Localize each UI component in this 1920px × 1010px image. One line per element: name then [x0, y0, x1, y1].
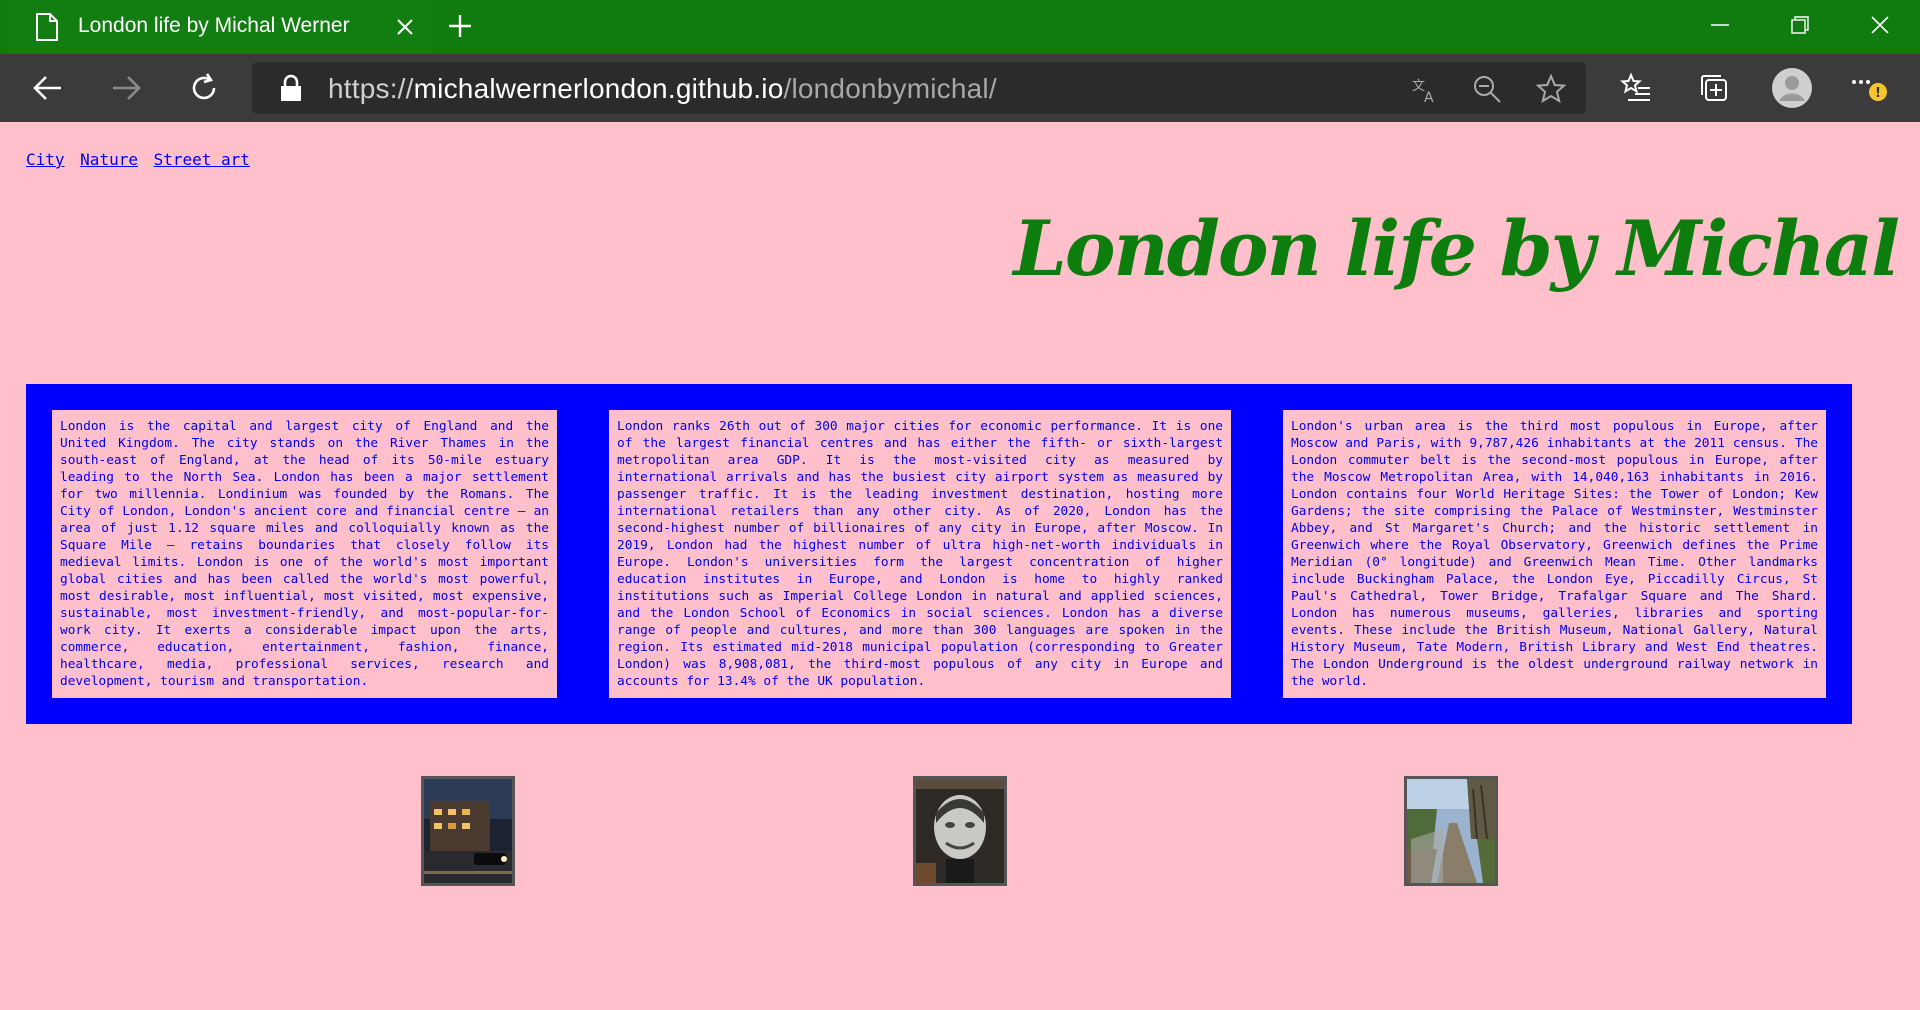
nav-link-nature[interactable]: Nature	[80, 150, 138, 169]
favorite-star-icon[interactable]	[1536, 74, 1566, 104]
refresh-button[interactable]	[182, 66, 226, 110]
nav-link-city[interactable]: City	[26, 150, 65, 169]
document-icon	[36, 13, 58, 41]
close-icon[interactable]	[392, 14, 418, 40]
thumbnail-street-art[interactable]	[913, 776, 1007, 886]
paragraph-box-economy: London ranks 26th out of 300 major citie…	[609, 410, 1231, 698]
url-text[interactable]: https://michalwernerlondon.github.io/lon…	[328, 73, 997, 105]
window-close-icon	[1871, 16, 1889, 34]
refresh-icon	[192, 73, 216, 100]
profile-button[interactable]	[1770, 66, 1814, 110]
forward-icon	[113, 76, 141, 100]
new-tab-icon[interactable]	[444, 10, 476, 42]
favorites-button[interactable]	[1614, 66, 1658, 110]
paragraph-box-history: London is the capital and largest city o…	[52, 410, 557, 698]
content-band: London is the capital and largest city o…	[26, 384, 1852, 724]
collections-button[interactable]	[1692, 66, 1736, 110]
url-bar[interactable]: https://michalwernerlondon.github.io/lon…	[252, 62, 1586, 114]
zoom-out-icon[interactable]	[1472, 74, 1502, 104]
favorites-list-icon	[1620, 72, 1650, 101]
svg-text:A: A	[1424, 90, 1434, 104]
browser-tab[interactable]: London life by Michal Werner	[8, 0, 432, 54]
translate-icon[interactable]: 文 A	[1410, 74, 1440, 104]
thumbnail-nature[interactable]	[1404, 776, 1498, 886]
forward-button[interactable]	[104, 66, 148, 110]
url-host: michalwernerlondon.github.io	[413, 73, 784, 104]
restore-icon	[1791, 16, 1809, 34]
restore-button[interactable]	[1762, 0, 1838, 50]
window-close-button[interactable]	[1842, 0, 1918, 50]
url-scheme: https://	[328, 73, 414, 104]
tab-title: London life by Michal Werner	[78, 14, 350, 37]
more-menu-icon: !	[1852, 80, 1887, 101]
city-night-street-photo	[424, 779, 512, 883]
paragraph-box-landmarks: London's urban area is the third most po…	[1283, 410, 1826, 698]
url-path: /londonbymichal/	[783, 73, 997, 104]
nav-link-street-art[interactable]: Street art	[154, 150, 250, 169]
collections-icon	[1701, 75, 1727, 101]
profile-avatar-icon	[1772, 68, 1812, 108]
tab-bar: London life by Michal Werner	[0, 0, 1920, 54]
svg-text:!: !	[1875, 86, 1881, 101]
street-art-portrait-photo	[916, 779, 1004, 883]
minimize-icon	[1711, 24, 1729, 26]
minimize-button[interactable]	[1682, 0, 1758, 50]
page-title: London life by Michal	[1013, 204, 1900, 293]
back-icon	[33, 76, 61, 100]
thumbnail-city[interactable]	[421, 776, 515, 886]
lock-icon[interactable]	[278, 74, 304, 102]
web-page: City Nature Street art London life by Mi…	[0, 122, 1920, 1010]
top-nav: City Nature Street art	[26, 150, 256, 169]
more-menu-button[interactable]: !	[1848, 66, 1892, 110]
nature-path-photo	[1407, 779, 1495, 883]
back-button[interactable]	[26, 66, 70, 110]
